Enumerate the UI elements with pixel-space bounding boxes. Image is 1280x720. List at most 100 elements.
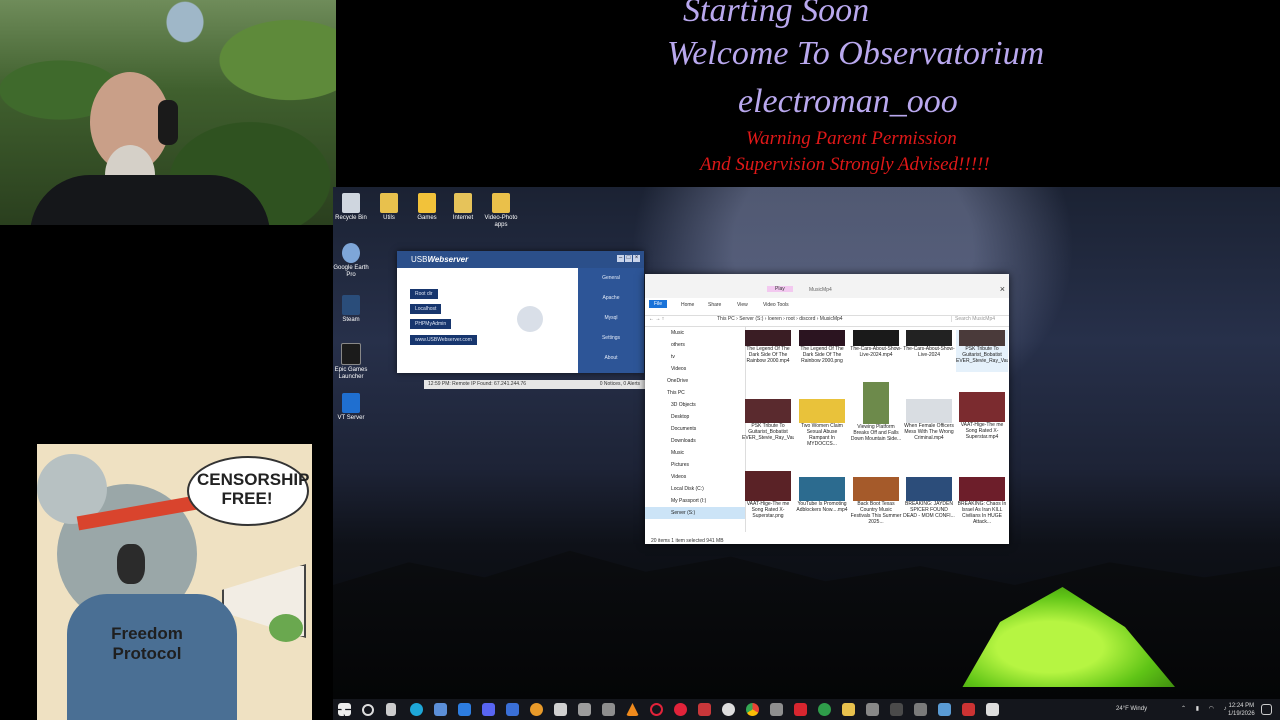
app-icon[interactable] (962, 703, 975, 716)
epic-games-icon[interactable]: Epic Games Launcher (333, 343, 371, 381)
tab-video-tools[interactable]: Video Tools (763, 302, 789, 308)
tab-general[interactable]: General (578, 268, 644, 288)
file-item[interactable]: PSK Tribute To Guitarist_Bobatist EVER_S… (742, 399, 794, 449)
root-dir-button[interactable]: Root dir (410, 289, 438, 299)
clock[interactable]: 12:24 PM 1/19/2026 (1228, 702, 1255, 718)
app-icon[interactable] (698, 703, 711, 716)
nav-arrows[interactable]: ← → ↑ (649, 316, 664, 322)
breadcrumb[interactable]: This PC › Server (S:) › loeren › root › … (717, 316, 843, 322)
folder-icon[interactable]: Utils (369, 193, 409, 222)
folder-icon[interactable] (842, 703, 855, 716)
app-icon[interactable] (578, 703, 591, 716)
app-icon[interactable] (890, 703, 903, 716)
mail-icon[interactable] (458, 703, 471, 716)
file-item[interactable]: YouTube Is Promoting Adblockers Now....m… (796, 477, 848, 527)
app-icon[interactable] (674, 703, 687, 716)
google-earth-icon[interactable]: Google Earth Pro (333, 243, 371, 279)
tab-share[interactable]: Share (708, 302, 721, 308)
file-item[interactable]: Back Boot Texas Country Music Festivals … (850, 477, 902, 527)
file-item[interactable]: The Legend Of The Dark Side Of The Rainb… (742, 330, 794, 372)
tray-icons[interactable]: ⌃ ▮ ◠ ♪ (1181, 699, 1231, 720)
app-icon[interactable] (770, 703, 783, 716)
tab-file[interactable]: File (649, 300, 668, 308)
opera-icon[interactable] (650, 703, 663, 716)
nav-item[interactable]: Desktop (645, 411, 745, 423)
windows-start-icon[interactable] (338, 703, 351, 716)
nav-item[interactable]: Music (645, 327, 745, 339)
phpmyadmin-button[interactable]: PHPMyAdmin (410, 319, 452, 329)
chrome-icon[interactable] (746, 703, 759, 716)
file-item[interactable]: The-Cars-About-Show-Live-2024.mp4 (850, 330, 902, 372)
vlc-icon[interactable] (626, 703, 639, 716)
steam-icon[interactable]: Steam (333, 295, 371, 324)
app-icon[interactable] (530, 703, 543, 716)
edge-icon[interactable] (410, 703, 423, 716)
file-item[interactable]: VAAT-Hige-The me Song Rated X-Superstar.… (742, 471, 794, 527)
search-icon[interactable] (362, 704, 374, 716)
maximize-icon[interactable]: □ (625, 255, 632, 262)
localhost-button[interactable]: Localhost (410, 304, 442, 314)
nav-item[interactable]: Pictures (645, 459, 745, 471)
nav-item[interactable]: Music (645, 447, 745, 459)
minimize-icon[interactable]: – (617, 255, 624, 262)
nav-item[interactable]: OneDrive (645, 375, 745, 387)
nav-item[interactable]: Downloads (645, 435, 745, 447)
file-item[interactable]: The Legend Of The Dark Side Of The Rainb… (796, 330, 848, 372)
app-icon[interactable] (602, 703, 615, 716)
tab-view[interactable]: View (737, 302, 748, 308)
folder-icon[interactable]: Games (407, 193, 447, 222)
nav-item[interactable]: Documents (645, 423, 745, 435)
tab-apache[interactable]: Apache (578, 288, 644, 308)
close-icon[interactable]: × (633, 255, 640, 262)
nav-item[interactable]: 3D Objects (645, 399, 745, 411)
file-item[interactable]: BREAKING: JAYDEN SPICER FOUND DEAD - MOM… (903, 477, 955, 527)
app-icon[interactable] (938, 703, 951, 716)
app-icon[interactable] (914, 703, 927, 716)
explorer-titlebar[interactable]: Play MusicMp4 × (645, 274, 1009, 298)
file-item[interactable]: Viewing Platform Breaks Off and Falls Do… (850, 382, 902, 450)
file-explorer-window[interactable]: Play MusicMp4 × File Home Share View Vid… (645, 274, 1009, 544)
nav-item[interactable]: others (645, 339, 745, 351)
file-item[interactable]: The-Cars-About-Show-Live-2024 (903, 330, 955, 372)
search-input[interactable]: Search MusicMp4 (951, 316, 1007, 322)
nav-item-selected[interactable]: Server (S:) (645, 507, 745, 519)
tab-about[interactable]: About (578, 348, 644, 368)
close-icon[interactable]: × (1000, 284, 1005, 294)
usbwebserver-window[interactable]: USBWebserver – □ × Root dir Localhost PH… (397, 251, 644, 373)
folder-icon[interactable]: Internet (443, 193, 483, 222)
app-icon[interactable] (866, 703, 879, 716)
usbwebserver-link[interactable]: www.USBWebserver.com (410, 335, 477, 345)
usbwebserver-titlebar[interactable]: USBWebserver – □ × (397, 251, 644, 268)
recycle-bin-icon[interactable]: Recycle Bin (333, 193, 371, 222)
nav-item[interactable]: My Passport (I:) (645, 495, 745, 507)
app-icon[interactable] (818, 703, 831, 716)
task-view-icon[interactable] (386, 703, 396, 716)
file-item[interactable]: BREAKING: Chaos In Israel As Iran KILL C… (956, 477, 1008, 527)
app-icon[interactable] (794, 703, 807, 716)
app-icon[interactable] (554, 703, 567, 716)
folder-icon[interactable]: Video-Photo apps (481, 193, 521, 229)
tab-home[interactable]: Home (681, 302, 694, 308)
discord-icon[interactable] (482, 703, 495, 716)
obs-icon[interactable] (722, 703, 735, 716)
file-item[interactable]: Two Women Claim Sexual Abuse Rampant In … (796, 399, 848, 449)
weather-widget[interactable]: 24°F Windy (1116, 699, 1147, 720)
tab-mysql[interactable]: Mysql (578, 308, 644, 328)
usb-title-prefix: USB (411, 255, 428, 264)
tab-settings[interactable]: Settings (578, 328, 644, 348)
file-item[interactable]: VAAT-Hige-The me Song Rated X-Superstar.… (956, 392, 1008, 448)
play-tab[interactable]: Play (767, 286, 793, 292)
nav-item[interactable]: Local Disk (C:) (645, 483, 745, 495)
address-bar[interactable]: ← → ↑ This PC › Server (S:) › loeren › r… (645, 315, 1009, 327)
file-item[interactable]: When Female Officers Mess With The Wrong… (903, 399, 955, 449)
notification-icon[interactable] (1261, 704, 1272, 715)
app-icon[interactable] (986, 703, 999, 716)
vt-server-icon[interactable]: VT Server (333, 393, 371, 422)
nav-item[interactable]: Videos (645, 471, 745, 483)
nav-item[interactable]: This PC (645, 387, 745, 399)
nav-item[interactable]: Videos (645, 363, 745, 375)
app-icon[interactable] (506, 703, 519, 716)
file-item-selected[interactable]: PSK Tribute To Guitarist_Bobatist EVER_S… (956, 330, 1008, 372)
store-icon[interactable] (434, 703, 447, 716)
nav-item[interactable]: tv (645, 351, 745, 363)
